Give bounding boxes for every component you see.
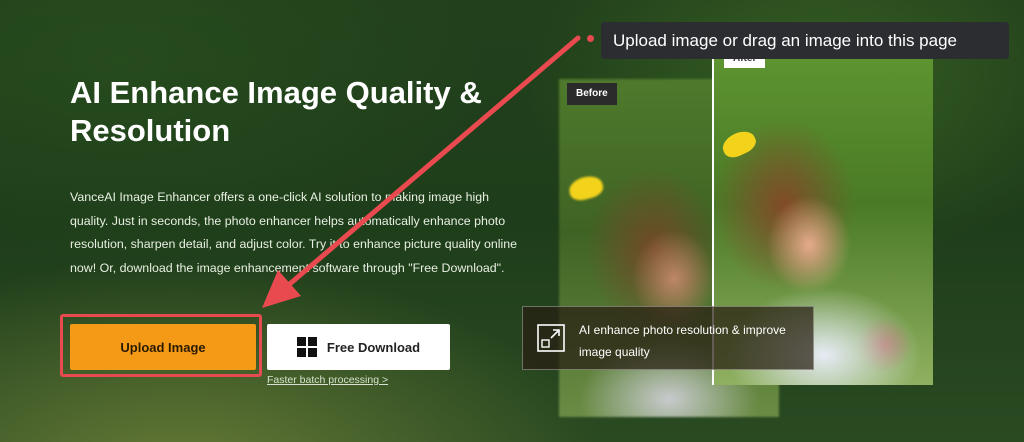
bow-shape bbox=[718, 126, 760, 162]
tooltip-marker bbox=[587, 35, 594, 42]
batch-processing-link[interactable]: Faster batch processing > bbox=[267, 374, 388, 386]
page-title: AI Enhance Image Quality & Resolution bbox=[70, 75, 482, 148]
hero-description: VanceAI Image Enhancer offers a one-clic… bbox=[70, 190, 518, 275]
windows-icon bbox=[296, 337, 317, 357]
upload-image-button[interactable]: Upload Image bbox=[70, 324, 256, 370]
feature-info-card: AI enhance photo resolution & improve im… bbox=[522, 306, 814, 370]
free-download-button[interactable]: Free Download bbox=[267, 324, 450, 370]
feature-info-text: AI enhance photo resolution & improve im… bbox=[579, 323, 786, 359]
bow-shape bbox=[566, 172, 606, 204]
before-label: Before bbox=[567, 83, 617, 105]
instruction-tooltip: Upload image or drag an image into this … bbox=[601, 22, 1009, 59]
free-download-label: Free Download bbox=[326, 339, 421, 355]
expand-icon bbox=[537, 324, 565, 352]
